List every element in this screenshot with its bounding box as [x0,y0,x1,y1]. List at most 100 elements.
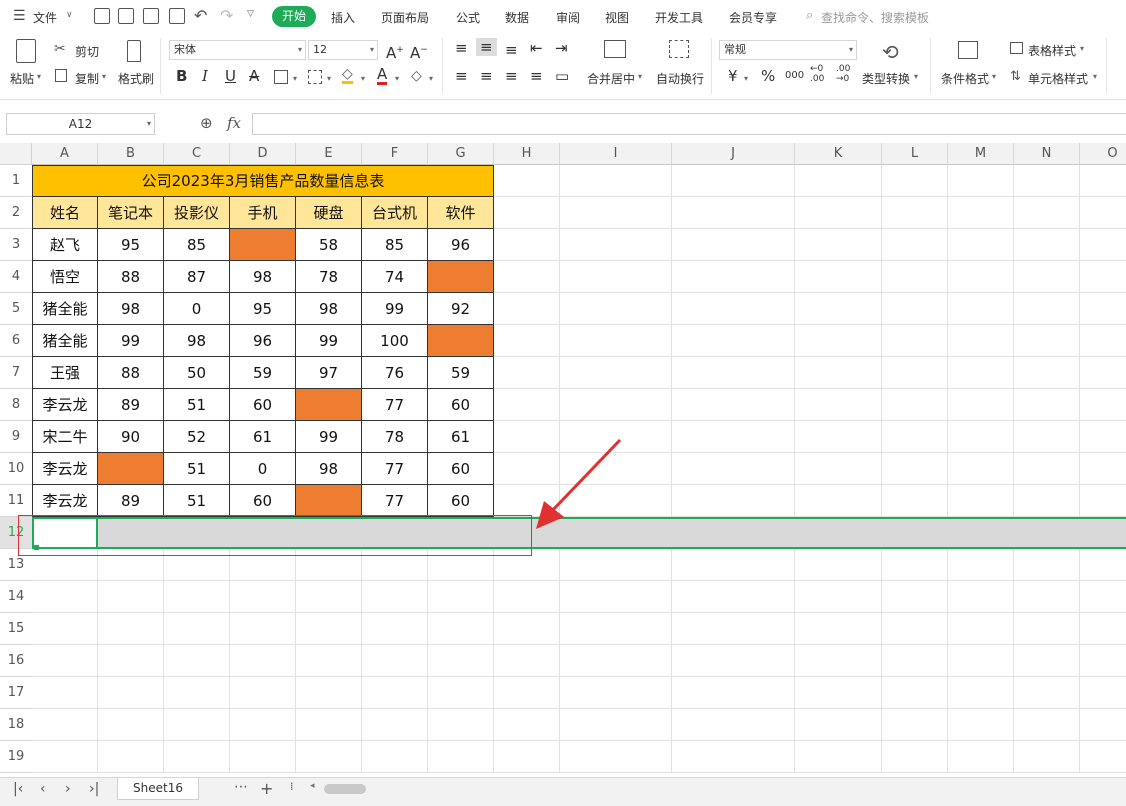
cell-n13[interactable] [1014,549,1080,581]
cell-h19[interactable] [494,741,560,773]
cell-o14[interactable] [1080,581,1126,613]
value-cell[interactable]: 96 [230,325,296,357]
cell-h2[interactable] [494,197,560,229]
cell-e18[interactable] [296,709,362,741]
cell-l6[interactable] [882,325,948,357]
column-label-cell[interactable]: 姓名 [32,197,98,229]
cell-c18[interactable] [164,709,230,741]
zoom-icon[interactable]: ⊕ [200,114,213,132]
column-header-m[interactable]: M [948,143,1014,165]
cell-o17[interactable] [1080,677,1126,709]
table-style-button[interactable]: 表格样式 [1028,42,1076,59]
cell-l2[interactable] [882,197,948,229]
column-header-h[interactable]: H [494,143,560,165]
cell-f19[interactable] [362,741,428,773]
cell-m7[interactable] [948,357,1014,389]
value-cell[interactable]: 87 [164,261,230,293]
cell-h3[interactable] [494,229,560,261]
cell-o15[interactable] [1080,613,1126,645]
cell-j3[interactable] [672,229,795,261]
cell-j16[interactable] [672,645,795,677]
export-pdf-icon[interactable] [118,8,134,24]
type-convert-button[interactable]: 类型转换 [862,70,910,87]
column-label-cell[interactable]: 笔记本 [98,197,164,229]
fx-icon[interactable]: fx [227,114,241,132]
tab-developer[interactable]: 开发工具 [655,9,703,26]
cell-j9[interactable] [672,421,795,453]
value-cell[interactable]: 76 [362,357,428,389]
cell-m10[interactable] [948,453,1014,485]
row-header-14[interactable]: 14 [0,581,32,613]
file-menu[interactable]: 文件 [33,9,57,26]
column-header-k[interactable]: K [795,143,882,165]
cell-n3[interactable] [1014,229,1080,261]
paste-button[interactable]: 粘贴 [10,70,34,87]
cell-n16[interactable] [1014,645,1080,677]
cell-n2[interactable] [1014,197,1080,229]
cell-d17[interactable] [230,677,296,709]
align-middle-icon[interactable]: ≡ [476,38,497,56]
cell-o13[interactable] [1080,549,1126,581]
cell-e15[interactable] [296,613,362,645]
value-cell[interactable]: 74 [362,261,428,293]
print-icon[interactable] [143,8,159,24]
cell-n6[interactable] [1014,325,1080,357]
tab-formulas[interactable]: 公式 [456,9,480,26]
cell-n1[interactable] [1014,165,1080,197]
cell-m16[interactable] [948,645,1014,677]
cell-e19[interactable] [296,741,362,773]
value-cell[interactable]: 88 [98,261,164,293]
cell-m4[interactable] [948,261,1014,293]
value-cell[interactable]: 0 [230,453,296,485]
cell-o6[interactable] [1080,325,1126,357]
cell-l10[interactable] [882,453,948,485]
row-header-5[interactable]: 5 [0,293,32,325]
select-all-corner[interactable] [0,143,32,165]
cell-l9[interactable] [882,421,948,453]
cell-i13[interactable] [560,549,672,581]
cell-k6[interactable] [795,325,882,357]
value-cell[interactable]: 50 [164,357,230,389]
cell-i3[interactable] [560,229,672,261]
more-sheets-icon[interactable]: ⋯ [234,779,248,795]
value-cell[interactable]: 60 [230,389,296,421]
strikethrough-icon[interactable]: A [249,68,259,84]
value-cell[interactable]: 51 [164,453,230,485]
value-cell[interactable] [296,389,362,421]
value-cell[interactable]: 77 [362,485,428,517]
cell-k9[interactable] [795,421,882,453]
row-header-18[interactable]: 18 [0,709,32,741]
column-label-cell[interactable]: 投影仪 [164,197,230,229]
value-cell[interactable]: 95 [230,293,296,325]
cell-j1[interactable] [672,165,795,197]
value-cell[interactable]: 52 [164,421,230,453]
command-search[interactable]: 查找命令、搜索模板 [821,9,929,26]
cell-f15[interactable] [362,613,428,645]
cell-k8[interactable] [795,389,882,421]
convert-icon[interactable]: ⟲ [882,40,899,64]
cell-m11[interactable] [948,485,1014,517]
value-cell[interactable] [428,261,494,293]
distributed-icon[interactable]: ▭ [555,68,569,84]
paste-icon[interactable] [16,39,36,63]
cell-o2[interactable] [1080,197,1126,229]
row-header-17[interactable]: 17 [0,677,32,709]
cell-l15[interactable] [882,613,948,645]
column-header-f[interactable]: F [362,143,428,165]
value-cell[interactable]: 90 [98,421,164,453]
cell-a17[interactable] [32,677,98,709]
underline-button[interactable]: U [225,68,236,84]
cell-l8[interactable] [882,389,948,421]
cell-j2[interactable] [672,197,795,229]
tab-member[interactable]: 会员专享 [729,9,777,26]
cell-j14[interactable] [672,581,795,613]
value-cell[interactable]: 51 [164,485,230,517]
percent-button[interactable]: % [761,68,775,84]
cell-m6[interactable] [948,325,1014,357]
cell-c16[interactable] [164,645,230,677]
cell-m2[interactable] [948,197,1014,229]
cell-n19[interactable] [1014,741,1080,773]
cell-m13[interactable] [948,549,1014,581]
cell-l4[interactable] [882,261,948,293]
align-right-icon[interactable]: ≡ [505,68,518,84]
